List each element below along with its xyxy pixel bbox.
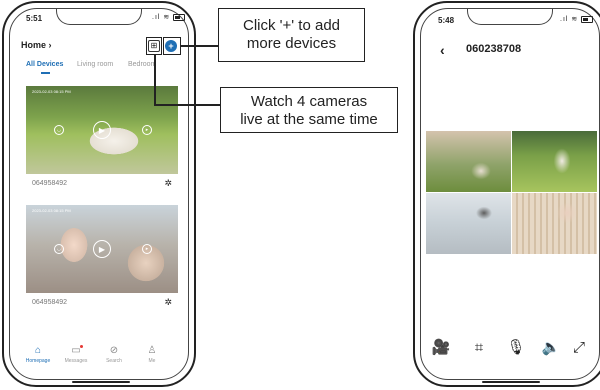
- battery-icon: [173, 13, 186, 21]
- screenshot-icon[interactable]: ◡: [54, 244, 64, 254]
- camera-feed[interactable]: [512, 131, 597, 192]
- notification-dot: [80, 345, 83, 348]
- screenshot-icon[interactable]: ⌗: [468, 336, 490, 358]
- chevron-right-icon: ›: [48, 40, 52, 50]
- home-indicator: [482, 381, 540, 383]
- nav-homepage[interactable]: ⌂ Homepage: [23, 345, 53, 364]
- search-icon: ⊘: [109, 345, 119, 356]
- person-icon: ♙: [147, 345, 157, 356]
- settings-icon[interactable]: ✲: [164, 178, 172, 189]
- microphone-icon[interactable]: 🎙: [505, 336, 527, 358]
- nav-label: Homepage: [25, 358, 51, 364]
- tab-living-room[interactable]: Living room: [77, 61, 113, 68]
- add-highlight-box: [163, 37, 181, 55]
- play-icon[interactable]: ▶: [93, 121, 111, 139]
- tab-all-devices[interactable]: All Devices: [26, 61, 63, 68]
- fullscreen-icon[interactable]: ⤢: [568, 336, 590, 358]
- live-view-actions: 🎥 ⌗ 🎙 🔈 ⤢: [430, 336, 595, 360]
- home-icon: ⌂: [34, 345, 42, 356]
- settings-icon[interactable]: ✲: [164, 297, 172, 308]
- message-icon: ▭: [71, 345, 81, 356]
- camera-feed[interactable]: [512, 193, 597, 254]
- home-title: Home: [21, 40, 47, 50]
- callout-text: Watch 4 cameras: [250, 93, 368, 110]
- add-devices-callout: Click '+' to add more devices: [218, 8, 365, 62]
- callout-text: live at the same time: [240, 111, 378, 128]
- camera-timestamp: 2023-02-03 08:15 PM: [32, 208, 71, 213]
- wifi-icon: ≋: [163, 14, 171, 21]
- callout-connector: [154, 55, 156, 105]
- device-title: 060238708: [466, 43, 522, 55]
- playback-icon[interactable]: ▸: [142, 244, 152, 254]
- nav-messages[interactable]: ▭ Messages: [61, 345, 91, 364]
- callout-connector: [154, 104, 220, 106]
- screenshot-icon[interactable]: ◡: [54, 125, 64, 135]
- tab-bedroom[interactable]: Bedroom: [128, 61, 156, 68]
- camera-feed[interactable]: [426, 193, 511, 254]
- status-time: 5:51: [26, 14, 43, 23]
- camera-feed[interactable]: [426, 131, 511, 192]
- playback-icon[interactable]: ▸: [142, 125, 152, 135]
- four-camera-grid: [426, 131, 597, 254]
- home-indicator: [72, 381, 130, 383]
- camera-preview[interactable]: 2023-02-03 08:15 PM ◡ ▶ ▸: [26, 205, 178, 293]
- nav-search[interactable]: ⊘ Search: [99, 345, 129, 364]
- nav-label: Search: [106, 358, 122, 364]
- nav-label: Messages: [64, 358, 88, 364]
- camera-timestamp: 2023-02-03 08:15 PM: [32, 89, 71, 94]
- grid-highlight-box: [146, 37, 162, 55]
- status-time: 5:48: [438, 16, 455, 25]
- status-icons: .ıl ≋: [152, 13, 186, 21]
- status-icons: .ıl ≋: [560, 15, 594, 23]
- back-arrow-icon[interactable]: ‹: [440, 42, 445, 58]
- device-id: 064958492: [32, 180, 68, 187]
- nav-me[interactable]: ♙ Me: [137, 345, 167, 364]
- left-phone-frame: [2, 1, 196, 387]
- video-record-icon[interactable]: 🎥: [430, 336, 452, 358]
- speaker-icon[interactable]: 🔈: [540, 336, 562, 358]
- phone-notch: [56, 9, 142, 25]
- signal-icon: .ıl: [560, 16, 569, 23]
- signal-icon: .ıl: [152, 14, 161, 21]
- active-tab-indicator: [41, 72, 50, 74]
- device-id: 064958492: [32, 299, 68, 306]
- device-card[interactable]: 2023-02-03 08:15 PM ◡ ▶ ▸ 064958492 ✲: [26, 205, 178, 313]
- callout-connector: [181, 45, 218, 47]
- home-selector[interactable]: Home ›: [21, 40, 52, 50]
- play-icon[interactable]: ▶: [93, 240, 111, 258]
- wifi-icon: ≋: [571, 16, 579, 23]
- callout-text: Click '+' to add: [242, 17, 341, 34]
- four-cameras-callout: Watch 4 cameras live at the same time: [220, 87, 398, 133]
- nav-label: Me: [148, 358, 156, 364]
- phone-notch: [467, 9, 553, 25]
- battery-icon: [581, 15, 594, 23]
- callout-text: more devices: [246, 35, 337, 52]
